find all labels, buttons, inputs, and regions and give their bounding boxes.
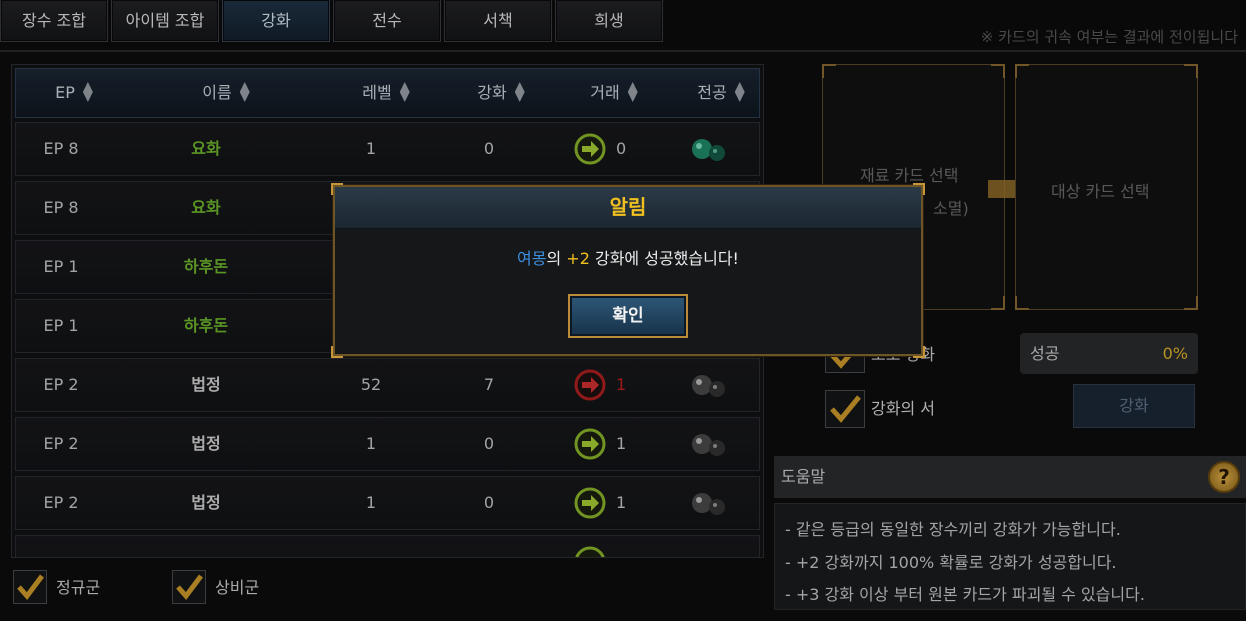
general-name: 여몽 [517, 249, 547, 268]
dialog-message: 여몽의 +2 강화에 성공했습니다! [335, 245, 921, 269]
frame-corner [913, 346, 925, 358]
message-particle: 의 [546, 249, 567, 268]
frame-corner [331, 183, 343, 195]
frame-corner [331, 346, 343, 358]
enhance-level: +2 [566, 249, 590, 268]
message-rest: 강화에 성공했습니다! [589, 249, 739, 268]
dialog-header: 알림 [335, 187, 921, 229]
notification-dialog: 알림 여몽의 +2 강화에 성공했습니다! 확인 [331, 183, 925, 358]
dialog-title: 알림 [609, 195, 647, 219]
confirm-button[interactable]: 확인 [568, 294, 688, 338]
frame-corner [913, 183, 925, 195]
